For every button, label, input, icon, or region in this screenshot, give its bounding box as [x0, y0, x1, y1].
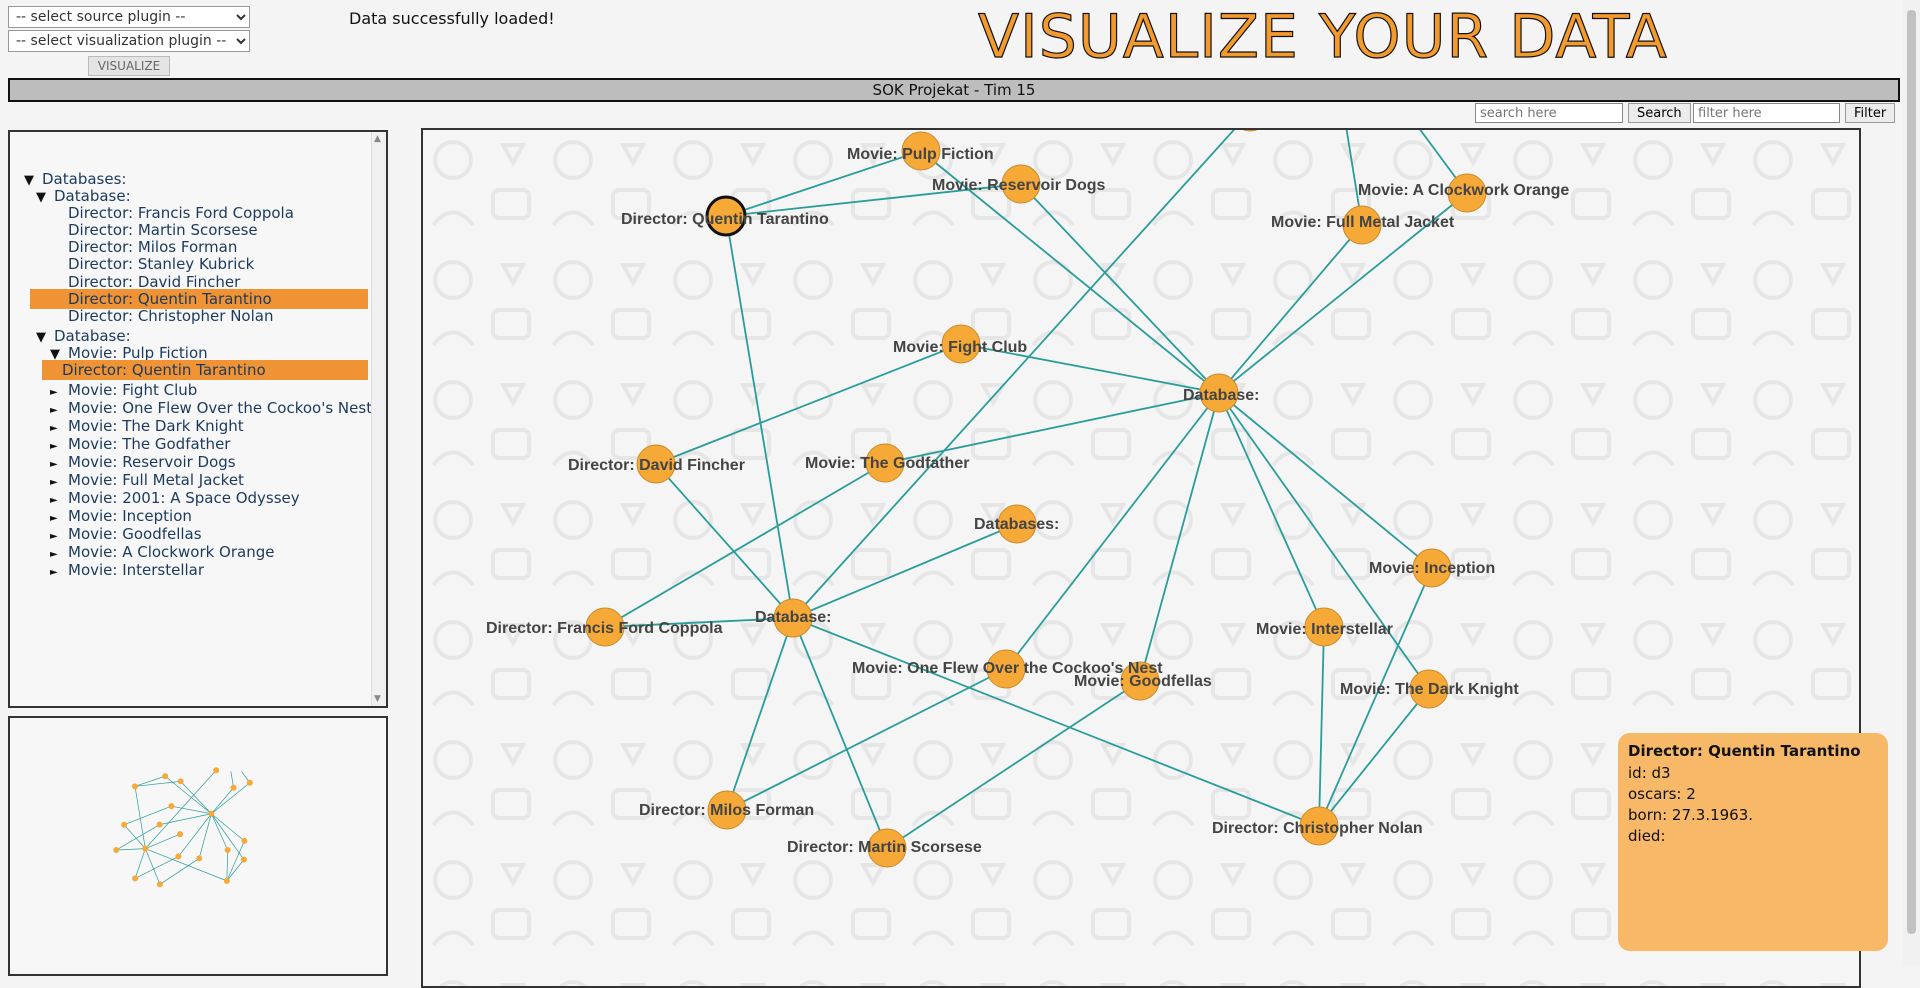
minimap-node — [224, 847, 231, 854]
minimap-node — [241, 837, 248, 844]
minimap-edge — [211, 813, 228, 851]
minimap-edge — [226, 850, 229, 881]
graph-node-label: Movie: Inception — [1369, 560, 1495, 577]
project-title-bar: SOK Projekat - Tim 15 — [8, 78, 1900, 102]
minimap-edge — [211, 787, 234, 814]
tree-item-label: Movie: The Godfather — [68, 435, 231, 453]
search-button[interactable]: Search — [1628, 103, 1691, 123]
brand-title: VISUALIZE YOUR DATA — [977, 1, 1668, 72]
tree-item-label: Movie: Full Metal Jacket — [68, 471, 244, 489]
minimap-node — [132, 875, 139, 882]
info-line: died: — [1628, 827, 1666, 845]
minimap-node — [196, 855, 203, 862]
minimap-node — [113, 847, 120, 854]
minimap-node — [230, 784, 237, 791]
filter-button[interactable]: Filter — [1845, 103, 1896, 123]
info-title: Director: Quentin Tarantino — [1628, 742, 1861, 760]
scroll-up-icon[interactable]: ▲ — [374, 134, 381, 144]
graph-node-label: Movie: Interstellar — [1256, 621, 1393, 638]
search-input[interactable] — [1475, 103, 1623, 123]
expand-right-icon[interactable]: ► — [50, 563, 68, 583]
minimap-node — [131, 783, 138, 790]
minimap-graph — [113, 767, 253, 888]
tree-item-label: Movie: Goodfellas — [68, 525, 202, 543]
minimap-edge — [145, 833, 181, 849]
page-scrollbar-thumb[interactable] — [1907, 10, 1916, 934]
tree-view-panel: ▼ Databases: ▼ Database: Director: Francis F… — [8, 130, 388, 708]
minimap-node — [175, 853, 182, 860]
graph-node-label: Director: David Fincher — [568, 457, 745, 474]
minimap-edge — [116, 848, 146, 851]
tree-item[interactable]: Director: Christopher Nolan — [50, 306, 273, 326]
graph-node-label: Movie: Pulp Fiction — [847, 146, 994, 163]
minimap-node — [121, 821, 128, 828]
info-line: id: d3 — [1628, 764, 1671, 782]
tree-item[interactable]: Director: Quentin Tarantino — [42, 360, 368, 380]
minimap-edge — [226, 859, 245, 882]
graph-node-label: Movie: Fight Club — [893, 339, 1027, 356]
minimap-node — [240, 856, 247, 863]
tree-item-label: Movie: Inception — [68, 507, 192, 525]
tree-scrollbar[interactable]: ▲ ▼ — [371, 132, 386, 706]
info-line: oscars: 2 — [1628, 785, 1696, 803]
page-scrollbar[interactable] — [1903, 0, 1920, 965]
tree-item-label: Movie: Interstellar — [68, 561, 205, 579]
minimap-edge — [123, 805, 172, 826]
filter-input[interactable] — [1693, 103, 1840, 123]
graph-node-label: Director: Francis Ford Coppola — [486, 620, 723, 637]
minimap-panel[interactable] — [8, 716, 388, 976]
tree-item-label: Movie: One Flew Over the Cockoo's Nest — [68, 399, 373, 417]
node-info-box: Director: Quentin Tarantino id: d3 oscar… — [1618, 733, 1888, 951]
graph-node-label: Movie: Goodfellas — [1074, 673, 1212, 690]
minimap-edge — [159, 813, 212, 825]
tree-item-label: Movie: A Clockwork Orange — [68, 543, 275, 561]
minimap-edge — [198, 813, 212, 859]
minimap-node — [168, 803, 175, 810]
minimap-node — [162, 773, 169, 780]
graph-node-label: Director: Christopher Nolan — [1212, 820, 1423, 837]
minimap-edge — [134, 786, 146, 849]
visualize-button[interactable]: VISUALIZE — [88, 56, 170, 76]
graph-node-label: Movie: The Dark Knight — [1340, 681, 1519, 698]
source-plugin-select[interactable]: -- select source plugin -- — [8, 6, 250, 28]
graph-node-label: Movie: The Godfather — [805, 455, 969, 472]
visualization-plugin-select[interactable]: -- select visualization plugin -- — [8, 30, 250, 52]
graph-node-label: Movie: Reservoir Dogs — [932, 177, 1105, 194]
minimap-node — [142, 845, 149, 852]
status-message: Data successfully loaded! — [349, 9, 555, 28]
minimap-node — [246, 779, 253, 786]
graph-node-label: Database: — [755, 609, 831, 626]
minimap-node — [156, 821, 163, 828]
tree-item-label: Movie: Fight Club — [68, 381, 198, 399]
tree-item[interactable]: Director: Stanley Kubrick — [50, 254, 254, 274]
graph-node-label: Director: Milos Forman — [639, 802, 814, 819]
minimap-edge — [145, 848, 161, 885]
tree-item-label: Director: Christopher Nolan — [68, 307, 274, 325]
minimap-edge — [145, 848, 228, 882]
tree-item-label: Director: Quentin Tarantino — [62, 361, 266, 379]
minimap-node — [177, 778, 184, 785]
tree-item-label: Movie: Reservoir Dogs — [68, 453, 236, 471]
tree-item-label: Director: Stanley Kubrick — [68, 255, 255, 273]
minimap-edge — [178, 813, 212, 857]
minimap-node — [223, 877, 230, 884]
tree-item-label: Movie: The Dark Knight — [68, 417, 244, 435]
tree-item-label: Movie: 2001: A Space Odyssey — [68, 489, 300, 507]
graph-node-label: Databases: — [974, 516, 1059, 533]
graph-node-label: Director: Martin Scorsese — [787, 839, 982, 856]
graph-node-label: Database: — [1183, 387, 1259, 404]
graph-node-label: Movie: Full Metal Jacket — [1271, 214, 1455, 231]
tree-item[interactable]: ► Movie: Interstellar — [50, 560, 204, 583]
minimap-node — [177, 831, 184, 838]
minimap-node — [156, 881, 163, 888]
minimap-node — [208, 810, 215, 817]
info-line: born: 27.3.1963. — [1628, 806, 1754, 824]
minimap-edge — [116, 824, 160, 851]
graph-node-label: Movie: A Clockwork Orange — [1358, 182, 1569, 199]
minimap-node — [213, 767, 220, 774]
graph-node-label: Director: Quentin Tarantino — [621, 211, 829, 228]
scroll-down-icon[interactable]: ▼ — [374, 694, 381, 704]
